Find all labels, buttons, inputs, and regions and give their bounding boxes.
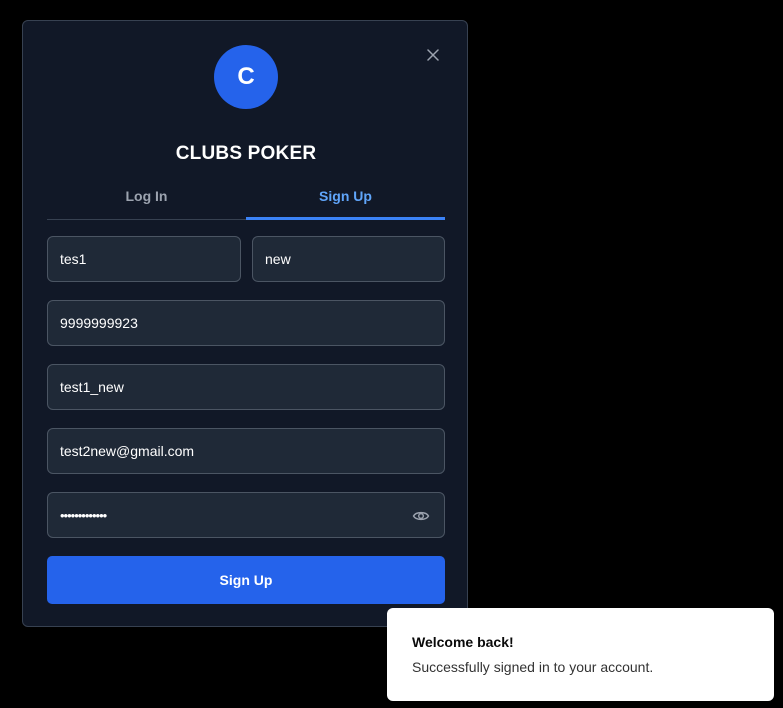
last-name-field[interactable]: new [252, 236, 445, 282]
last-name-value: new [265, 251, 291, 267]
phone-field[interactable]: 9999999923 [47, 300, 445, 346]
auth-modal: C CLUBS POKER Log In Sign Up tes1 new 99… [22, 20, 468, 627]
first-name-field[interactable]: tes1 [47, 236, 241, 282]
close-icon[interactable] [424, 46, 442, 64]
auth-tabs: Log In Sign Up [47, 177, 445, 220]
email-value: test2new@gmail.com [60, 443, 195, 459]
page-title: CLUBS POKER [175, 143, 317, 164]
password-value: ••••••••••••• [60, 507, 107, 523]
tab-log-in[interactable]: Log In [47, 177, 246, 219]
toast-description: Successfully signed in to your account. [412, 659, 654, 675]
username-value: test1_new [60, 379, 124, 395]
logo-avatar: C [214, 45, 278, 109]
username-field[interactable]: test1_new [47, 364, 445, 410]
tab-sign-up[interactable]: Sign Up [246, 177, 445, 220]
password-field[interactable]: ••••••••••••• [47, 492, 445, 538]
eye-icon[interactable] [412, 507, 430, 525]
first-name-value: tes1 [60, 251, 87, 267]
success-toast: Welcome back! Successfully signed in to … [387, 608, 774, 701]
toast-title: Welcome back! [412, 634, 514, 650]
sign-up-button[interactable]: Sign Up [47, 556, 445, 604]
phone-value: 9999999923 [60, 315, 138, 331]
email-field[interactable]: test2new@gmail.com [47, 428, 445, 474]
